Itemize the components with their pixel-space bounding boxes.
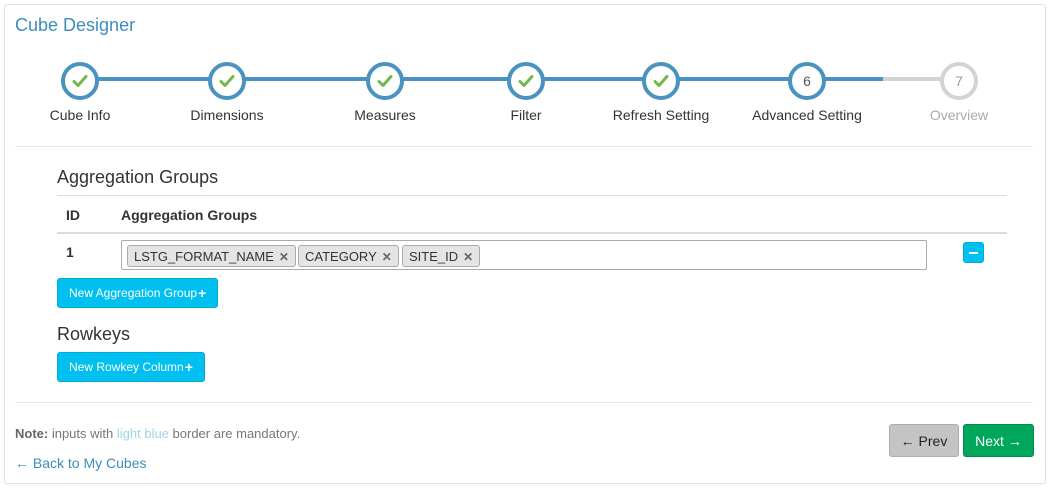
note-highlight: light blue: [116, 426, 169, 441]
check-icon: [653, 75, 669, 87]
note-text: inputs with: [48, 426, 117, 441]
button-label: New Aggregation Group: [69, 286, 198, 300]
remove-aggregation-group-button[interactable]: [963, 242, 984, 263]
step-measures[interactable]: [366, 62, 404, 100]
remove-tag-icon[interactable]: ✕: [279, 250, 289, 264]
button-label: Prev: [918, 432, 948, 449]
rowkeys-title: Rowkeys: [57, 324, 131, 344]
divider: [15, 146, 1033, 147]
step-label[interactable]: Cube Info: [50, 107, 111, 123]
note-text: border are mandatory.: [168, 426, 301, 441]
step-refresh-setting[interactable]: [642, 62, 680, 100]
table-header-border: [57, 232, 1007, 234]
back-to-my-cubes-link[interactable]: ← Back to My Cubes: [15, 455, 147, 471]
arrow-left-icon: ←: [15, 455, 29, 471]
divider: [15, 402, 1033, 403]
tag-label: LSTG_FORMAT_NAME: [134, 249, 274, 264]
tag-category: CATEGORY ✕: [298, 245, 399, 267]
minus-icon: [969, 251, 978, 254]
step-filter[interactable]: [507, 62, 545, 100]
step-dimensions[interactable]: [208, 62, 246, 100]
next-button[interactable]: Next →: [963, 424, 1034, 457]
check-icon: [377, 75, 393, 87]
tag-label: CATEGORY: [305, 249, 377, 264]
step-advanced-setting[interactable]: 6: [788, 62, 826, 100]
button-label: Next: [975, 432, 1004, 449]
step-label[interactable]: Dimensions: [190, 107, 263, 123]
remove-tag-icon[interactable]: ✕: [382, 250, 392, 264]
plus-icon: +: [184, 359, 193, 375]
tag-label: SITE_ID: [409, 249, 459, 264]
step-cube-info[interactable]: [61, 62, 99, 100]
table-top-border: [57, 195, 1007, 196]
check-icon: [219, 75, 235, 87]
step-label[interactable]: Overview: [930, 107, 988, 123]
check-icon: [518, 75, 534, 87]
tag-lstg-format-name: LSTG_FORMAT_NAME ✕: [127, 245, 296, 267]
tag-site-id: SITE_ID ✕: [402, 245, 481, 267]
link-label: Back to My Cubes: [32, 455, 147, 471]
row-id: 1: [66, 244, 74, 260]
step-number: 6: [803, 73, 811, 89]
step-overview[interactable]: 7: [940, 62, 978, 100]
prev-button[interactable]: ← Prev: [889, 424, 959, 457]
step-label[interactable]: Filter: [510, 107, 541, 123]
step-number: 7: [955, 73, 963, 89]
step-label[interactable]: Advanced Setting: [752, 107, 862, 123]
wizard-steps: Cube Info Dimensions Measures Filter Ref…: [0, 0, 1051, 140]
remove-tag-icon[interactable]: ✕: [463, 250, 473, 264]
check-icon: [72, 75, 88, 87]
arrow-right-icon: →: [1007, 432, 1022, 449]
arrow-left-icon: ←: [900, 432, 915, 449]
step-label[interactable]: Measures: [354, 107, 415, 123]
aggregation-groups-title: Aggregation Groups: [57, 167, 219, 187]
mandatory-note: Note: inputs with light blue border are …: [15, 426, 300, 441]
aggregation-group-input[interactable]: LSTG_FORMAT_NAME ✕ CATEGORY ✕ SITE_ID ✕: [121, 240, 927, 270]
column-header-groups: Aggregation Groups: [121, 207, 258, 223]
plus-icon: +: [198, 285, 207, 301]
new-aggregation-group-button[interactable]: New Aggregation Group +: [57, 278, 219, 308]
new-rowkey-column-button[interactable]: New Rowkey Column +: [57, 352, 205, 382]
button-label: New Rowkey Column: [69, 360, 184, 374]
note-label: Note:: [15, 426, 49, 441]
step-label[interactable]: Refresh Setting: [613, 107, 710, 123]
column-header-id: ID: [66, 207, 80, 223]
progress-line-done: [80, 77, 883, 81]
